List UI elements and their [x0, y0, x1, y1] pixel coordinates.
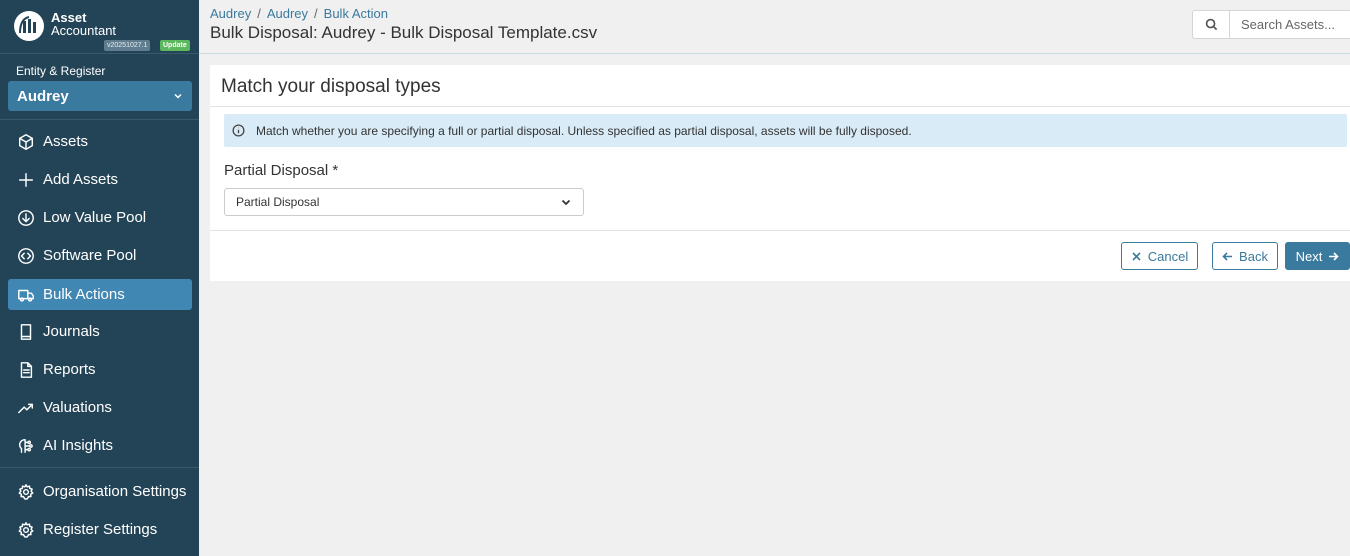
sidebar-item-low-value-pool[interactable]: Low Value Pool [8, 202, 192, 233]
search-button[interactable] [1193, 11, 1230, 38]
next-button[interactable]: Next [1285, 242, 1350, 270]
breadcrumb-separator: / [314, 6, 318, 21]
logo-icon [14, 11, 44, 41]
sidebar-item-journals[interactable]: Journals [8, 316, 192, 347]
back-button-label: Back [1239, 248, 1268, 264]
sidebar-item-organisation-settings[interactable]: Organisation Settings [8, 476, 192, 507]
truck-icon [16, 285, 35, 304]
plus-icon [16, 170, 35, 189]
breadcrumb-link-register[interactable]: Audrey [267, 6, 308, 21]
document-icon [16, 360, 35, 379]
close-icon [1132, 251, 1141, 261]
back-button[interactable]: Back [1212, 242, 1278, 270]
code-circle-icon [16, 246, 35, 265]
info-icon [232, 124, 245, 137]
sidebar-item-valuations[interactable]: Valuations [8, 392, 192, 423]
partial-disposal-value: Partial Disposal [236, 195, 320, 209]
trending-up-icon [16, 398, 35, 417]
info-alert: Match whether you are specifying a full … [224, 114, 1347, 147]
sidebar-item-label: AI Insights [43, 437, 114, 454]
card-title: Match your disposal types [221, 76, 441, 97]
sidebar-item-label: Journals [43, 323, 100, 340]
sidebar-item-assets[interactable]: Assets [8, 126, 192, 157]
cancel-button-label: Cancel [1147, 248, 1189, 264]
chevron-down-icon [174, 93, 182, 99]
next-button-label: Next [1295, 248, 1323, 264]
version-badge: v20251027.1 [104, 40, 151, 51]
arrow-left-icon [1222, 251, 1233, 261]
brand: Asset Accountant v20251027.1 Update [0, 0, 199, 54]
sidebar-divider [0, 467, 199, 468]
sidebar-item-bulk-actions[interactable]: Bulk Actions [8, 279, 192, 310]
arrow-down-circle-icon [16, 208, 35, 227]
sidebar-divider [0, 119, 199, 120]
sidebar-item-label: Add Assets [43, 171, 119, 188]
search-input[interactable] [1230, 11, 1350, 38]
info-text: Match whether you are specifying a full … [256, 123, 912, 138]
sidebar-item-label: Reports [43, 361, 96, 378]
partial-disposal-select[interactable]: Partial Disposal [224, 188, 584, 216]
page-title: Bulk Disposal: Audrey - Bulk Disposal Te… [210, 23, 598, 42]
disposal-type-card: Match your disposal types Match whether … [210, 65, 1350, 281]
sidebar-item-register-settings[interactable]: Register Settings [8, 514, 192, 545]
card-footer-divider [210, 230, 1350, 231]
sidebar-item-label: Assets [43, 133, 89, 150]
card-divider [210, 106, 1350, 107]
top-header: Audrey / Audrey / Bulk Action Bulk Disposal:… [199, 0, 1350, 54]
sidebar-item-ai-insights[interactable]: AI Insights [8, 430, 192, 461]
brand-name-sub: Accountant [51, 23, 117, 38]
breadcrumb-separator: / [257, 6, 261, 21]
breadcrumb-link-bulk-action[interactable]: Bulk Action [324, 6, 388, 21]
book-icon [16, 322, 35, 341]
sidebar-item-label: Software Pool [43, 247, 137, 264]
cancel-button[interactable]: Cancel [1121, 242, 1198, 270]
search-icon [1205, 18, 1217, 31]
arrow-right-icon [1329, 251, 1339, 261]
sidebar-item-label: Organisation Settings [43, 483, 187, 500]
breadcrumb-link-entity[interactable]: Audrey [210, 6, 251, 21]
cube-icon [16, 132, 35, 151]
update-badge[interactable]: Update [160, 40, 190, 51]
brain-icon [16, 436, 35, 455]
entity-register-select[interactable]: Audrey [8, 81, 192, 111]
breadcrumb: Audrey / Audrey / Bulk Action [210, 6, 388, 21]
sidebar-item-label: Valuations [43, 399, 112, 416]
entity-select-value: Audrey [17, 87, 69, 105]
partial-disposal-label: Partial Disposal * [224, 162, 339, 179]
entity-register-label: Entity & Register [16, 64, 106, 78]
sidebar-item-label: Bulk Actions [43, 286, 125, 303]
chevron-down-icon [561, 199, 571, 206]
sidebar: Asset Accountant v20251027.1 Update Enti… [0, 0, 199, 556]
search-box [1192, 10, 1350, 39]
sidebar-item-add-assets[interactable]: Add Assets [8, 164, 192, 195]
sidebar-item-reports[interactable]: Reports [8, 354, 192, 385]
gear-icon [16, 520, 35, 539]
gear-icon [16, 482, 35, 501]
sidebar-item-label: Register Settings [43, 521, 158, 538]
sidebar-item-software-pool[interactable]: Software Pool [8, 240, 192, 271]
sidebar-item-label: Low Value Pool [43, 209, 147, 226]
